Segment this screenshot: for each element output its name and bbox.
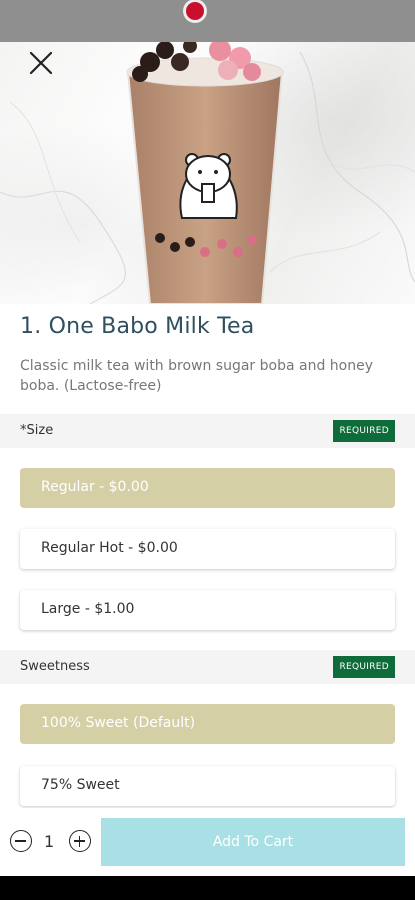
option-label: 75% Sweet (41, 777, 120, 793)
size-section-header: *Size REQUIRED (0, 414, 415, 448)
system-nav-bar (0, 876, 415, 900)
product-description: Classic milk tea with brown sugar boba a… (20, 358, 374, 394)
option-label: Large - $1.00 (41, 601, 135, 617)
close-icon (29, 51, 53, 75)
cart-bar: 1 Add To Cart (0, 808, 415, 876)
option-75-sweet[interactable]: 75% Sweet (20, 766, 395, 806)
quantity-value: 1 (44, 832, 55, 851)
option-label: Regular - $0.00 (41, 479, 149, 495)
option-label: 100% Sweet (Default) (41, 715, 196, 731)
product-image (0, 42, 415, 304)
add-to-cart-button[interactable]: Add To Cart (101, 818, 405, 866)
required-badge: REQUIRED (333, 420, 395, 442)
close-button[interactable] (26, 48, 56, 78)
option-regular[interactable]: Regular - $0.00 (20, 468, 395, 508)
status-strip (0, 0, 415, 42)
option-100-sweet[interactable]: 100% Sweet (Default) (20, 704, 395, 744)
size-section-label: *Size (20, 423, 54, 438)
option-regular-hot[interactable]: Regular Hot - $0.00 (20, 529, 395, 569)
minus-circle-icon (15, 840, 26, 842)
sweetness-section-label: Sweetness (20, 659, 90, 674)
increase-quantity-button[interactable] (69, 830, 91, 852)
option-label: Regular Hot - $0.00 (41, 540, 178, 556)
required-badge: REQUIRED (333, 656, 395, 678)
status-logo-icon (186, 2, 204, 20)
decrease-quantity-button[interactable] (10, 830, 32, 852)
marble-background (0, 42, 415, 304)
option-large[interactable]: Large - $1.00 (20, 590, 395, 630)
product-title: 1. One Babo Milk Tea (20, 314, 255, 339)
sweetness-section-header: Sweetness REQUIRED (0, 650, 415, 684)
